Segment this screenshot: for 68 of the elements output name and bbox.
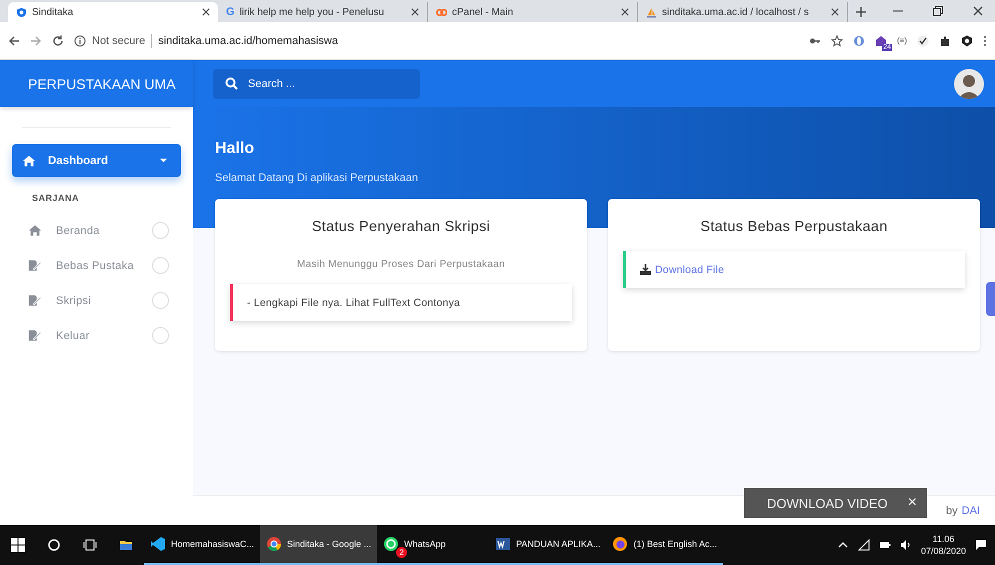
search-field[interactable]: Search ... xyxy=(213,68,420,98)
extension-label[interactable]: (≡) xyxy=(897,36,907,45)
extension-icon[interactable] xyxy=(853,34,865,46)
alert-text: - Lengkapi File nya. Lihat FullText Contonya xyxy=(247,296,460,308)
taskbar-app[interactable]: PANDUAN APLIKA... xyxy=(489,525,606,565)
windows-icon[interactable] xyxy=(11,538,25,552)
close-icon[interactable] xyxy=(973,6,983,16)
download-icon xyxy=(640,264,651,275)
avatar-icon[interactable] xyxy=(954,68,984,98)
task-view-icon[interactable] xyxy=(83,538,97,552)
wifi-icon[interactable] xyxy=(858,539,870,551)
chrome-icon xyxy=(266,536,282,552)
folder-icon[interactable] xyxy=(119,538,133,552)
battery-icon[interactable] xyxy=(878,539,891,551)
word-icon xyxy=(495,536,512,552)
taskbar-app[interactable]: 2 WhatsApp xyxy=(377,525,490,565)
close-icon[interactable] xyxy=(831,8,839,16)
welcome-text: Selamat Datang Di aplikasi Perpustakaan xyxy=(215,172,420,184)
chat-icon xyxy=(383,536,400,552)
caret-icon xyxy=(160,157,167,164)
search-icon xyxy=(225,77,238,90)
close-button[interactable]: × xyxy=(908,494,917,512)
status-note: Masih Menunggu Proses Dari Perpustakaan xyxy=(296,259,506,270)
security-label: Not secure xyxy=(92,34,146,46)
more-icon[interactable] xyxy=(983,34,987,46)
url-text[interactable]: sinditaka.uma.ac.id/homemahasiswa xyxy=(158,34,338,46)
close-icon[interactable] xyxy=(411,8,419,16)
download-video-label[interactable]: DOWNLOAD VIDEO xyxy=(767,496,888,510)
notification-icon[interactable] xyxy=(975,539,987,551)
shield-icon xyxy=(16,6,27,18)
code-editor-icon xyxy=(150,536,166,552)
greeting-title: Hallo xyxy=(215,140,256,158)
home-icon xyxy=(28,224,42,237)
edit-icon xyxy=(28,329,42,342)
search-placeholder: Search ... xyxy=(248,78,296,90)
card-title: Status Penyerahan Skripsi xyxy=(310,219,492,235)
clock[interactable]: 11.06 07/08/2020 xyxy=(920,533,966,557)
brand-title[interactable]: PERPUSTAKAAN UMA xyxy=(0,60,193,107)
back-icon[interactable] xyxy=(8,34,20,46)
cpanel-icon xyxy=(436,6,447,18)
restore-icon[interactable] xyxy=(933,6,943,16)
edit-icon xyxy=(28,259,42,272)
search-icon[interactable] xyxy=(47,538,61,552)
card-title: Status Bebas Perpustakaan xyxy=(699,219,889,235)
close-icon[interactable] xyxy=(202,8,210,16)
edit-icon xyxy=(28,294,42,307)
google-icon: G xyxy=(226,6,235,18)
footer-text: by xyxy=(946,504,958,516)
section-heading: SARJANA xyxy=(31,193,80,203)
star-icon[interactable] xyxy=(831,34,843,46)
puzzle-icon[interactable] xyxy=(939,34,951,46)
close-icon[interactable] xyxy=(621,8,629,16)
footer-link[interactable]: DAI xyxy=(962,504,980,516)
taskbar-app[interactable]: (1) Best English Ac... xyxy=(606,525,723,565)
home-icon xyxy=(22,154,36,168)
taskbar-app[interactable]: Sinditaka - Google ... xyxy=(260,525,378,565)
new-tab-icon[interactable] xyxy=(856,7,866,17)
shield-icon[interactable] xyxy=(961,34,973,46)
download-link[interactable]: Download File xyxy=(640,264,724,276)
notification-badge: 2 xyxy=(396,547,408,558)
dashboard-menu-item[interactable]: Dashboard xyxy=(12,144,181,177)
firefox-icon xyxy=(612,536,628,552)
sailboat-icon xyxy=(646,6,657,18)
checkmark-icon[interactable] xyxy=(917,34,929,46)
speaker-icon[interactable] xyxy=(900,539,912,551)
info-icon[interactable] xyxy=(74,34,86,46)
browser-tab[interactable]: Sinditaka xyxy=(8,2,218,22)
reload-icon[interactable] xyxy=(52,34,64,46)
